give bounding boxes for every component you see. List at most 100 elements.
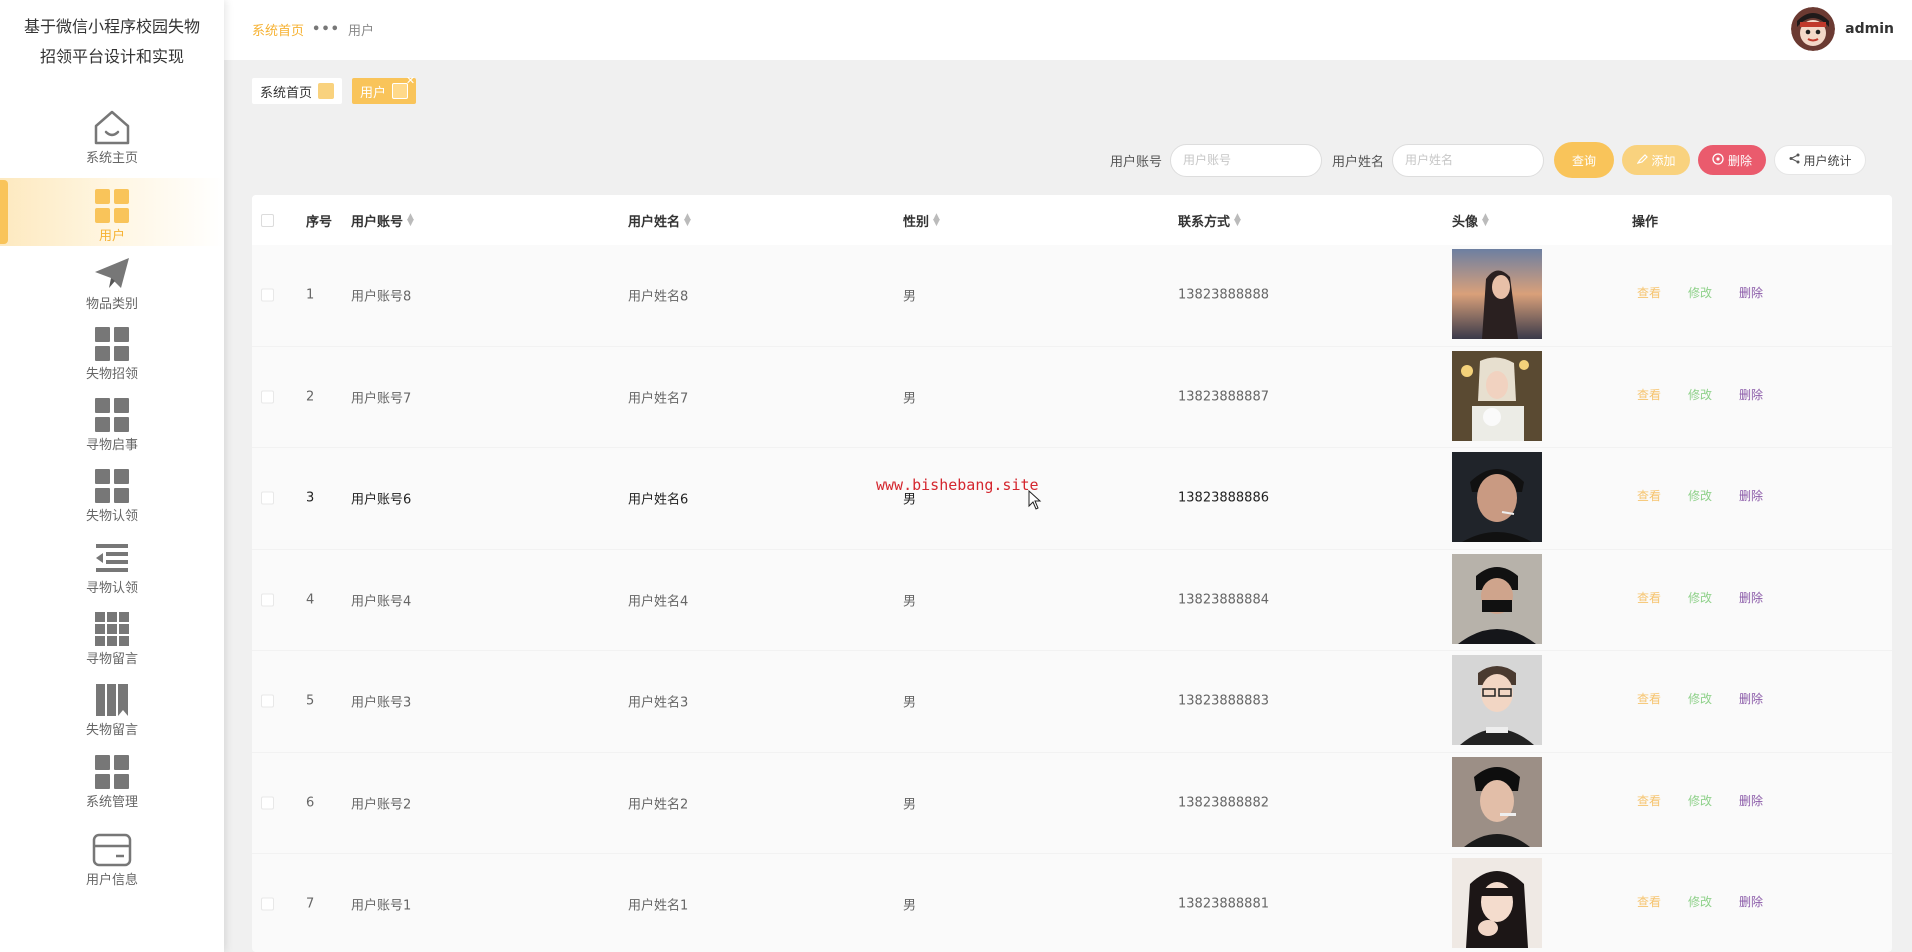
sidebar-item-users[interactable]: 用户 bbox=[0, 178, 224, 246]
delete-link[interactable]: 删除 bbox=[1739, 589, 1763, 606]
list-indent-icon bbox=[92, 538, 132, 578]
select-all-checkbox[interactable] bbox=[261, 213, 274, 227]
delete-link[interactable]: 删除 bbox=[1739, 386, 1763, 403]
cell-account: 用户账号8 bbox=[351, 289, 412, 305]
row-checkbox[interactable] bbox=[261, 491, 274, 505]
sidebar-item-home[interactable]: 系统主页 bbox=[0, 100, 224, 168]
row-checkbox[interactable] bbox=[261, 694, 274, 708]
username[interactable]: admin bbox=[1845, 21, 1894, 37]
name-label: 用户姓名 bbox=[1332, 154, 1385, 170]
sidebar-item-categories[interactable]: 物品类别 bbox=[0, 246, 224, 314]
avatar[interactable] bbox=[1791, 7, 1836, 51]
sidebar-item-search-claim[interactable]: 寻物认领 bbox=[0, 530, 224, 598]
edit-link[interactable]: 修改 bbox=[1688, 792, 1712, 809]
cell-index: 5 bbox=[306, 693, 315, 709]
users-table: 序号 用户账号 ▲ ▼ 用户姓名 ▲ ▼ 性别 ▲ ▼ 联系方式 ▲ ▼ 头像 ▲ ▼ 操作 1 用… bbox=[252, 195, 1892, 952]
sidebar-item-lost-message[interactable]: 失物留言 bbox=[0, 672, 224, 740]
delete-link[interactable]: 删除 bbox=[1739, 487, 1763, 504]
grid-icon bbox=[92, 466, 132, 506]
sidebar-item-search-message[interactable]: 寻物留言 bbox=[0, 601, 224, 669]
view-link[interactable]: 查看 bbox=[1637, 690, 1661, 707]
cell-index: 4 bbox=[306, 592, 315, 608]
batch-delete-button[interactable]: 删除 bbox=[1698, 145, 1767, 175]
edit-link[interactable]: 修改 bbox=[1688, 284, 1712, 301]
delete-link[interactable]: 删除 bbox=[1739, 792, 1763, 809]
cell-account: 用户账号7 bbox=[351, 391, 412, 407]
cell-name: 用户姓名2 bbox=[628, 797, 689, 813]
user-statistics-button[interactable]: 用户统计 bbox=[1774, 145, 1867, 175]
user-avatar-photo[interactable] bbox=[1452, 858, 1542, 948]
column-header-gender[interactable]: 性别 ▲ ▼ bbox=[903, 211, 940, 230]
search-button[interactable]: 查询 bbox=[1554, 142, 1615, 178]
column-header-avatar[interactable]: 头像 ▲ ▼ bbox=[1452, 211, 1489, 230]
tab-users[interactable]: 用户 ✕ bbox=[352, 74, 417, 104]
sidebar-item-user-info[interactable]: 用户信息 bbox=[0, 822, 224, 890]
sidebar-item-lost-found[interactable]: 失物招领 bbox=[0, 316, 224, 384]
view-link[interactable]: 查看 bbox=[1637, 284, 1661, 301]
cell-phone: 13823888886 bbox=[1178, 490, 1269, 506]
sidebar-item-label: 失物留言 bbox=[85, 723, 138, 738]
user-avatar-photo[interactable] bbox=[1452, 655, 1542, 745]
cell-account: 用户账号4 bbox=[351, 594, 412, 610]
sidebar-item-system[interactable]: 系统管理 bbox=[0, 744, 224, 812]
user-avatar-photo[interactable] bbox=[1452, 756, 1542, 847]
table-row: 3 用户账号6 用户姓名6 男 13823888886 查看 修改 删除 bbox=[252, 448, 1892, 550]
cell-name: 用户姓名8 bbox=[628, 289, 689, 305]
edit-link[interactable]: 修改 bbox=[1688, 690, 1712, 707]
delete-link[interactable]: 删除 bbox=[1739, 690, 1763, 707]
user-menu[interactable]: admin bbox=[1791, 7, 1894, 51]
cell-gender: 男 bbox=[903, 594, 917, 610]
column-header-index: 序号 bbox=[306, 214, 333, 230]
edit-link[interactable]: 修改 bbox=[1688, 893, 1712, 910]
user-avatar-photo[interactable] bbox=[1452, 452, 1542, 542]
breadcrumb-home[interactable]: 系统首页 bbox=[252, 20, 304, 39]
edit-link[interactable]: 修改 bbox=[1688, 487, 1712, 504]
column-header-name[interactable]: 用户姓名 ▲ ▼ bbox=[628, 211, 691, 230]
sidebar-item-lost-claim[interactable]: 失物认领 bbox=[0, 458, 224, 526]
tab-label: 用户 bbox=[360, 85, 387, 101]
column-header-account[interactable]: 用户账号 ▲ ▼ bbox=[351, 211, 414, 230]
sidebar-item-label: 寻物留言 bbox=[85, 652, 138, 667]
cell-account: 用户账号3 bbox=[351, 695, 412, 711]
view-link[interactable]: 查看 bbox=[1637, 589, 1661, 606]
edit-link[interactable]: 修改 bbox=[1688, 386, 1712, 403]
search-bar: 用户账号 用户姓名 查询 添加 删除 用户统计 bbox=[1110, 142, 1867, 178]
view-link[interactable]: 查看 bbox=[1637, 487, 1661, 504]
user-avatar-photo[interactable] bbox=[1452, 249, 1542, 339]
user-avatar-photo[interactable] bbox=[1452, 350, 1542, 441]
sort-icon: ▲ ▼ bbox=[1234, 212, 1241, 228]
row-checkbox[interactable] bbox=[261, 593, 274, 607]
add-icon bbox=[1636, 153, 1648, 167]
sidebar-item-label: 失物招领 bbox=[85, 367, 138, 382]
breadcrumb-separator: ••• bbox=[312, 22, 340, 37]
view-link[interactable]: 查看 bbox=[1637, 792, 1661, 809]
delete-link[interactable]: 删除 bbox=[1739, 284, 1763, 301]
close-icon[interactable]: ✕ bbox=[406, 74, 415, 87]
add-button[interactable]: 添加 bbox=[1622, 145, 1691, 175]
view-link[interactable]: 查看 bbox=[1637, 386, 1661, 403]
tab-home[interactable]: 系统首页 bbox=[252, 78, 343, 104]
cell-index: 2 bbox=[306, 389, 315, 405]
sidebar-item-lost-notice[interactable]: 寻物启事 bbox=[0, 387, 224, 455]
row-checkbox[interactable] bbox=[261, 288, 274, 302]
grid-icon bbox=[92, 395, 132, 435]
breadcrumb: 系统首页 ••• 用户 bbox=[252, 20, 374, 39]
sidebar-item-label: 寻物认领 bbox=[85, 581, 138, 596]
account-search-input[interactable] bbox=[1170, 143, 1323, 177]
home-icon bbox=[92, 108, 132, 148]
books-icon bbox=[92, 680, 132, 720]
delete-link[interactable]: 删除 bbox=[1739, 893, 1763, 910]
sort-icon: ▲ ▼ bbox=[407, 212, 414, 228]
cell-phone: 13823888887 bbox=[1178, 389, 1269, 405]
edit-link[interactable]: 修改 bbox=[1688, 589, 1712, 606]
delete-circle-icon bbox=[1712, 152, 1724, 168]
user-avatar-photo[interactable] bbox=[1452, 553, 1542, 644]
view-link[interactable]: 查看 bbox=[1637, 893, 1661, 910]
cell-name: 用户姓名7 bbox=[628, 391, 689, 407]
column-header-phone[interactable]: 联系方式 ▲ ▼ bbox=[1178, 211, 1241, 230]
row-checkbox[interactable] bbox=[261, 390, 274, 404]
delete-button-label: 删除 bbox=[1728, 153, 1753, 168]
row-checkbox[interactable] bbox=[261, 796, 274, 810]
name-search-input[interactable] bbox=[1392, 143, 1545, 177]
row-checkbox[interactable] bbox=[261, 897, 274, 911]
